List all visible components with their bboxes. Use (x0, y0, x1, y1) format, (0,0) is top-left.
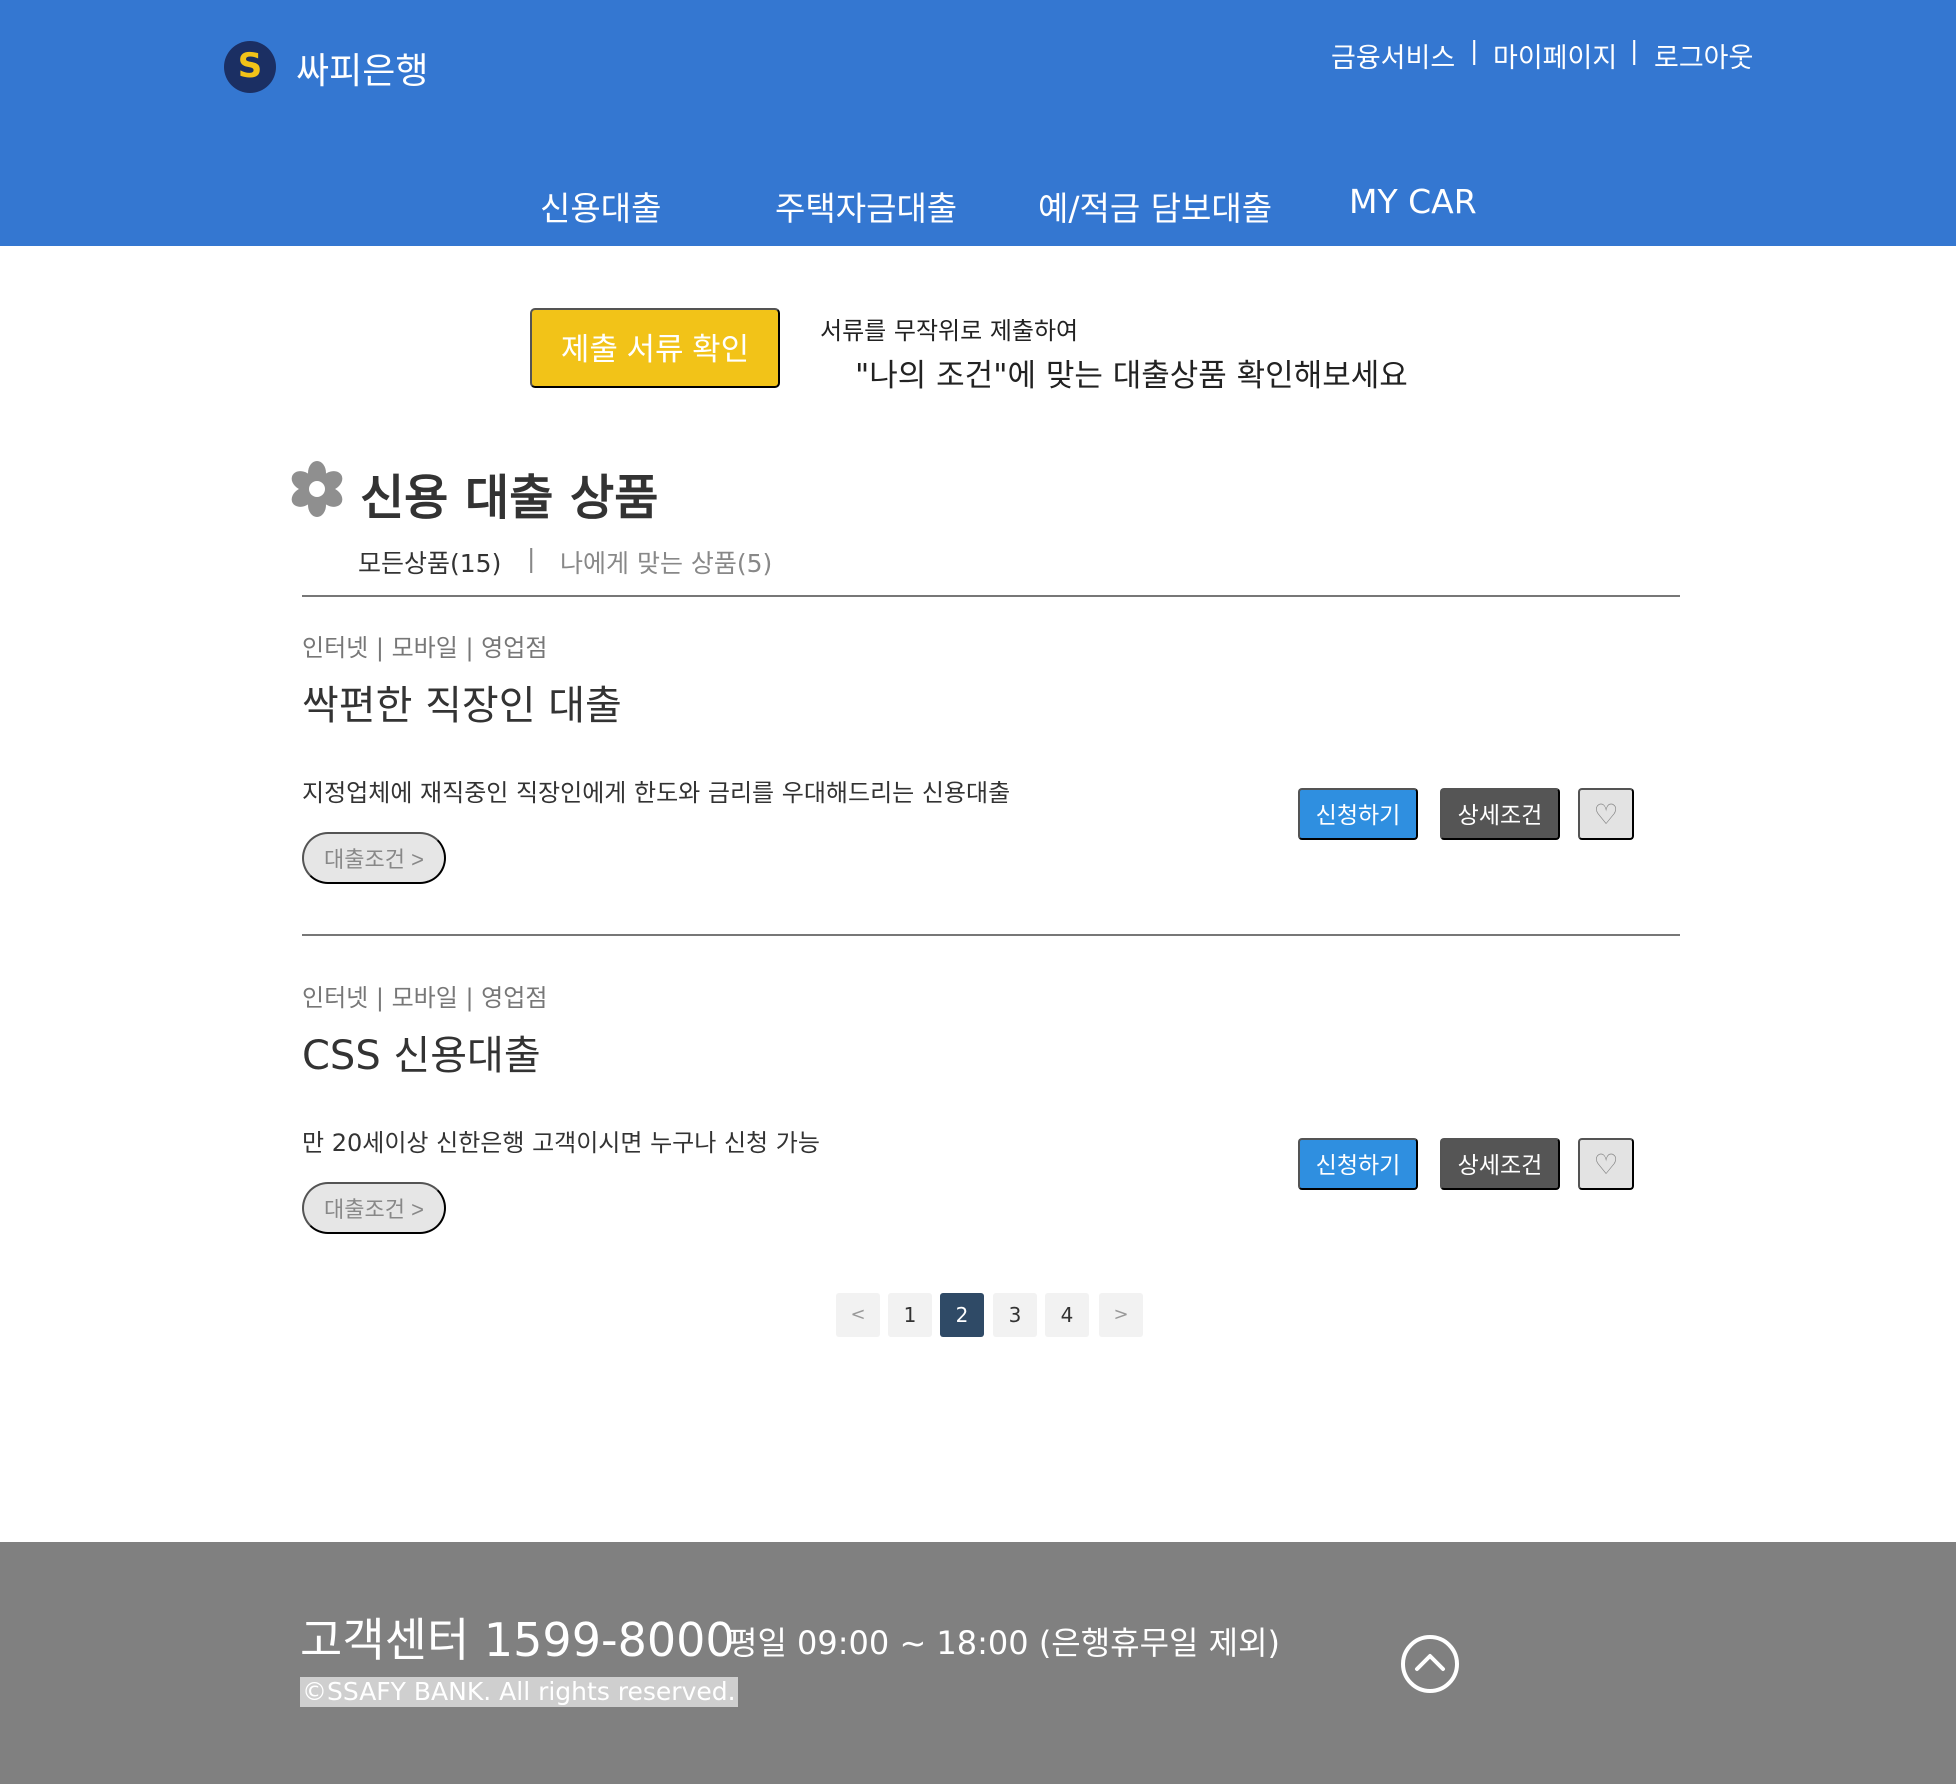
util-separator: | (1630, 36, 1639, 65)
util-logout-link[interactable]: 로그아웃 (1654, 36, 1753, 75)
filter-separator: | (527, 544, 536, 573)
loan-conditions-button[interactable]: 대출조건 > (302, 832, 446, 884)
page-4-button[interactable]: 4 (1045, 1293, 1089, 1337)
heart-icon[interactable]: ♡ (1578, 788, 1634, 840)
copyright: ©SSAFY BANK. All rights reserved. (300, 1677, 738, 1707)
top-header: S 싸피은행 금융서비스 | 마이페이지 | 로그아웃 신용대출 주택자금대출 … (0, 0, 1956, 246)
filter-all-products[interactable]: 모든상품(15) (358, 544, 501, 580)
chevron-up-circle-icon[interactable] (1400, 1634, 1460, 1694)
filter-my-products[interactable]: 나에게 맞는 상품(5) (560, 544, 772, 580)
product-name: 싹편한 직장인 대출 (302, 683, 622, 729)
flower-icon (291, 461, 343, 517)
product-channels: 인터넷 | 모바일 | 영업점 (302, 634, 548, 662)
apply-button[interactable]: 신청하기 (1298, 788, 1418, 840)
util-financial-services-link[interactable]: 금융서비스 (1331, 36, 1455, 75)
product-description: 만 20세이상 신한은행 고객이시면 누구나 신청 가능 (302, 1129, 820, 1157)
logo-icon[interactable]: S (224, 41, 276, 93)
page-3-button[interactable]: 3 (993, 1293, 1037, 1337)
notice-subtext: 서류를 무작위로 제출하여 (820, 317, 1079, 345)
product-name: CSS 신용대출 (302, 1033, 541, 1079)
check-documents-button[interactable]: 제출 서류 확인 (530, 308, 780, 388)
heart-icon[interactable]: ♡ (1578, 1138, 1634, 1190)
logo-letter: S (237, 46, 263, 86)
gnb-my-car[interactable]: MY CAR (1349, 182, 1477, 221)
page-1-button[interactable]: 1 (888, 1293, 932, 1337)
gnb-credit-loan[interactable]: 신용대출 (540, 182, 661, 230)
customer-center-title: 고객센터 1599-8000 (300, 1613, 735, 1667)
customer-center-hours: 평일 09:00 ~ 18:00 (은행휴무일 제외) (728, 1624, 1281, 1662)
util-separator: | (1470, 36, 1479, 65)
detail-conditions-button[interactable]: 상세조건 (1440, 1138, 1560, 1190)
page-2-button[interactable]: 2 (940, 1293, 984, 1337)
detail-conditions-button[interactable]: 상세조건 (1440, 788, 1560, 840)
notice-maintext: "나의 조건"에 맞는 대출상품 확인해보세요 (855, 358, 1408, 394)
next-page-button[interactable]: > (1099, 1293, 1143, 1337)
product-description: 지정업체에 재직중인 직장인에게 한도와 금리를 우대해드리는 신용대출 (302, 779, 1011, 807)
gnb-deposit-secured-loan[interactable]: 예/적금 담보대출 (1038, 182, 1272, 230)
prev-page-button[interactable]: < (836, 1293, 880, 1337)
util-mypage-link[interactable]: 마이페이지 (1493, 36, 1617, 75)
divider (302, 934, 1680, 936)
product-channels: 인터넷 | 모바일 | 영업점 (302, 984, 548, 1012)
utility-nav: 금융서비스 | 마이페이지 | 로그아웃 (1310, 36, 1760, 75)
loan-conditions-button[interactable]: 대출조건 > (302, 1182, 446, 1234)
gnb-housing-loan[interactable]: 주택자금대출 (775, 182, 957, 230)
section-title: 신용 대출 상품 (360, 470, 659, 526)
apply-button[interactable]: 신청하기 (1298, 1138, 1418, 1190)
divider (302, 595, 1680, 597)
brand-name[interactable]: 싸피은행 (296, 42, 428, 94)
